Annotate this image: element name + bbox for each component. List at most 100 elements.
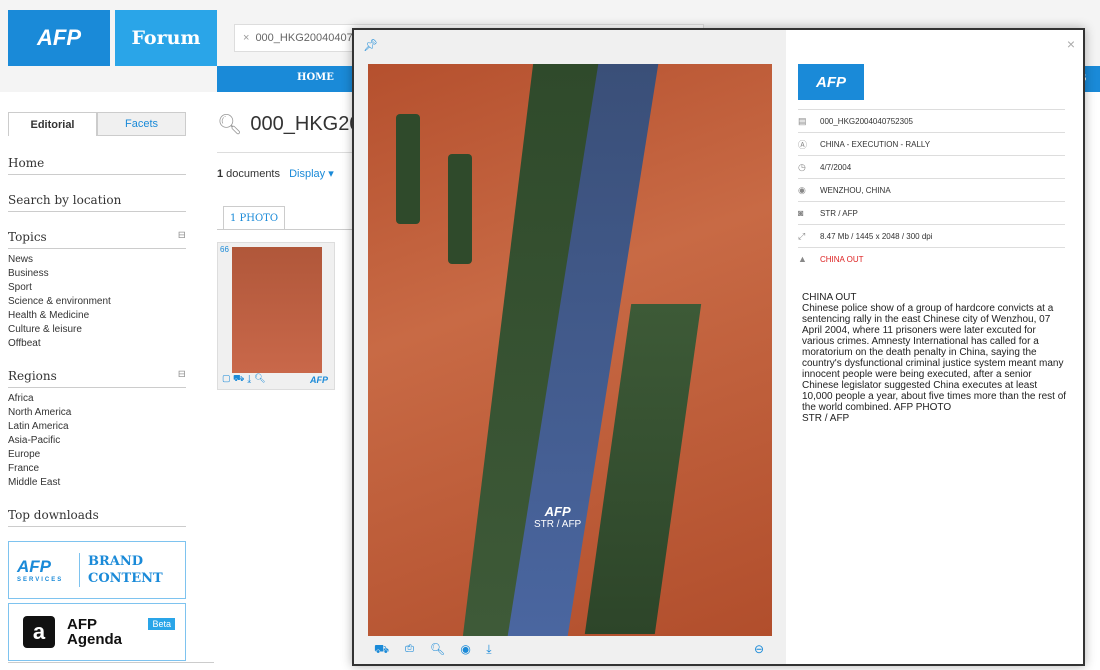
meta-credit-text: STR / AFP: [820, 208, 858, 218]
afp-agenda-banner[interactable]: a AFP Agenda Beta: [8, 603, 186, 661]
search-query: 000_HKG20: [250, 113, 361, 135]
afp-logo: AFP: [798, 64, 864, 100]
sidebar-home[interactable]: Home: [8, 156, 186, 175]
sidebar: Editorial Facets Home Search by location…: [8, 112, 186, 661]
regions-title: Regions: [8, 369, 57, 383]
metadata-list: ▤ 000_HKG2004040752305 Ⓐ CHINA - EXECUTION…: [798, 109, 1065, 270]
photo-thumbnail-card[interactable]: 66 ▢ ⛟ ⤓ 🔍︎ AFP: [217, 242, 335, 390]
globe-icon: ◉: [798, 184, 806, 195]
display-label: Display: [289, 168, 326, 180]
topic-item[interactable]: Offbeat: [8, 337, 186, 351]
display-dropdown[interactable]: Display ▾: [289, 168, 334, 180]
topics-list: News Business Sport Science & environmen…: [8, 253, 186, 351]
tab-photo[interactable]: 1 PHOTO: [223, 206, 285, 230]
camera-icon: ◙: [798, 208, 804, 218]
tab-divider: [217, 229, 357, 230]
collapse-icon[interactable]: ⊟: [178, 230, 186, 244]
region-item[interactable]: North America: [8, 406, 186, 420]
tab-editorial[interactable]: Editorial: [8, 112, 97, 136]
cart-icon[interactable]: ⛟: [233, 373, 244, 383]
topics-title: Topics: [8, 230, 47, 244]
sidebar-search-location[interactable]: Search by location: [8, 193, 186, 212]
zoom-icon[interactable]: 🔍︎: [430, 642, 451, 656]
globe-icon[interactable]: ◉: [460, 642, 476, 656]
agenda-icon: a: [23, 616, 55, 648]
region-item[interactable]: Middle East: [8, 476, 186, 490]
meta-size-text: 8.47 Mb / 1445 x 2048 / 300 dpi: [820, 231, 933, 241]
search-title: 🔍︎ 000_HKG20: [217, 112, 360, 137]
results-bar: 1 documents Display ▾: [217, 152, 357, 192]
meta-title-text: CHINA - EXECUTION - RALLY: [820, 139, 931, 149]
agenda-text: AFP Agenda: [67, 617, 122, 647]
result-count-label: documents: [223, 168, 280, 180]
clock-icon: ◷: [798, 161, 806, 172]
topic-item[interactable]: Science & environment: [8, 295, 186, 309]
print-icon[interactable]: ⎙: [404, 642, 420, 656]
size-icon: ⤢: [798, 230, 806, 241]
topics-heading: Topics ⊟: [8, 230, 186, 249]
photo-thumbnail[interactable]: [232, 247, 322, 373]
region-item[interactable]: Africa: [8, 392, 186, 406]
photo-watermark: AFP STR / AFP: [534, 504, 581, 530]
photo-caption: CHINA OUT Chinese police show of a group…: [802, 292, 1070, 424]
chevron-down-icon: ▾: [328, 168, 334, 180]
download-icon[interactable]: ⤓: [486, 642, 497, 656]
agenda-line1: AFP: [67, 616, 97, 633]
search-icon: 🔍︎: [217, 114, 243, 136]
meta-id: ▤ 000_HKG2004040752305: [798, 109, 1065, 132]
topic-item[interactable]: Health & Medicine: [8, 309, 186, 323]
preview-toolbar: ⛟ ⎙ 🔍︎ ◉ ⤓: [374, 642, 498, 658]
checkbox-icon[interactable]: ▢: [222, 373, 231, 383]
minus-icon[interactable]: ⊖: [754, 642, 764, 656]
thumb-number: 66: [220, 245, 229, 254]
meta-id-text: 000_HKG2004040752305: [820, 116, 913, 126]
collapse-icon[interactable]: ⊟: [178, 369, 186, 383]
topic-item[interactable]: Culture & leisure: [8, 323, 186, 337]
forum-logo[interactable]: Forum: [115, 10, 217, 66]
topic-item[interactable]: News: [8, 253, 186, 267]
regions-heading: Regions ⊟: [8, 369, 186, 388]
brand-line1: BRAND: [88, 554, 144, 569]
sidebar-tabs: Editorial Facets: [8, 112, 186, 136]
zoom-icon[interactable]: 🔍︎: [254, 373, 265, 383]
topic-item[interactable]: Sport: [8, 281, 186, 295]
thumb-actions: ▢ ⛟ ⤓ 🔍︎: [222, 373, 266, 385]
meta-restriction-text: CHINA OUT: [820, 254, 864, 264]
search-chip-text: 000_HKG200404075: [255, 32, 359, 44]
tab-facets[interactable]: Facets: [97, 112, 186, 136]
region-item[interactable]: Latin America: [8, 420, 186, 434]
meta-location: ◉ WENZHOU, CHINA: [798, 178, 1065, 201]
pin-icon[interactable]: 📌︎: [363, 38, 378, 52]
close-icon[interactable]: ×: [243, 32, 249, 44]
modal-preview-pane: 📌︎ AFP STR / AFP 000_HKG2004040752305 ⛟ …: [354, 30, 786, 664]
brand-line2: CONTENT: [88, 571, 163, 586]
topic-item[interactable]: Business: [8, 267, 186, 281]
brand-logo-text: AFP: [17, 557, 51, 576]
meta-date-text: 4/7/2004: [820, 162, 852, 172]
divider: [8, 662, 214, 663]
brand-content-banner[interactable]: AFP SERVICES BRAND CONTENT: [8, 541, 186, 599]
download-icon[interactable]: ⤓: [247, 373, 252, 383]
brand-content-text: BRAND CONTENT: [79, 553, 163, 587]
document-icon: ▤: [798, 115, 807, 126]
caption-body: Chinese police show of a group of hardco…: [802, 303, 1067, 413]
afp-logo[interactable]: AFP: [8, 10, 110, 66]
photo-preview[interactable]: AFP STR / AFP 000_HKG2004040752305: [368, 64, 772, 636]
meta-location-text: WENZHOU, CHINA: [820, 185, 891, 195]
region-item[interactable]: Asia-Pacific: [8, 434, 186, 448]
photo-figure: [448, 154, 472, 264]
watermark-logo: AFP: [544, 504, 571, 519]
brand-services-text: SERVICES: [17, 577, 64, 583]
beta-badge: Beta: [148, 618, 175, 630]
photo-figure: [396, 114, 420, 224]
nav-home[interactable]: HOME: [297, 72, 334, 83]
title-icon: Ⓐ: [798, 139, 808, 150]
close-icon[interactable]: ×: [1067, 36, 1075, 52]
meta-credit: ◙ STR / AFP: [798, 201, 1065, 224]
meta-title: Ⓐ CHINA - EXECUTION - RALLY: [798, 132, 1065, 155]
cart-icon[interactable]: ⛟: [374, 642, 395, 656]
region-item[interactable]: Europe: [8, 448, 186, 462]
afp-services-logo: AFP SERVICES: [17, 557, 79, 583]
photo-detail-modal: 📌︎ AFP STR / AFP 000_HKG2004040752305 ⛟ …: [352, 28, 1085, 666]
region-item[interactable]: France: [8, 462, 186, 476]
